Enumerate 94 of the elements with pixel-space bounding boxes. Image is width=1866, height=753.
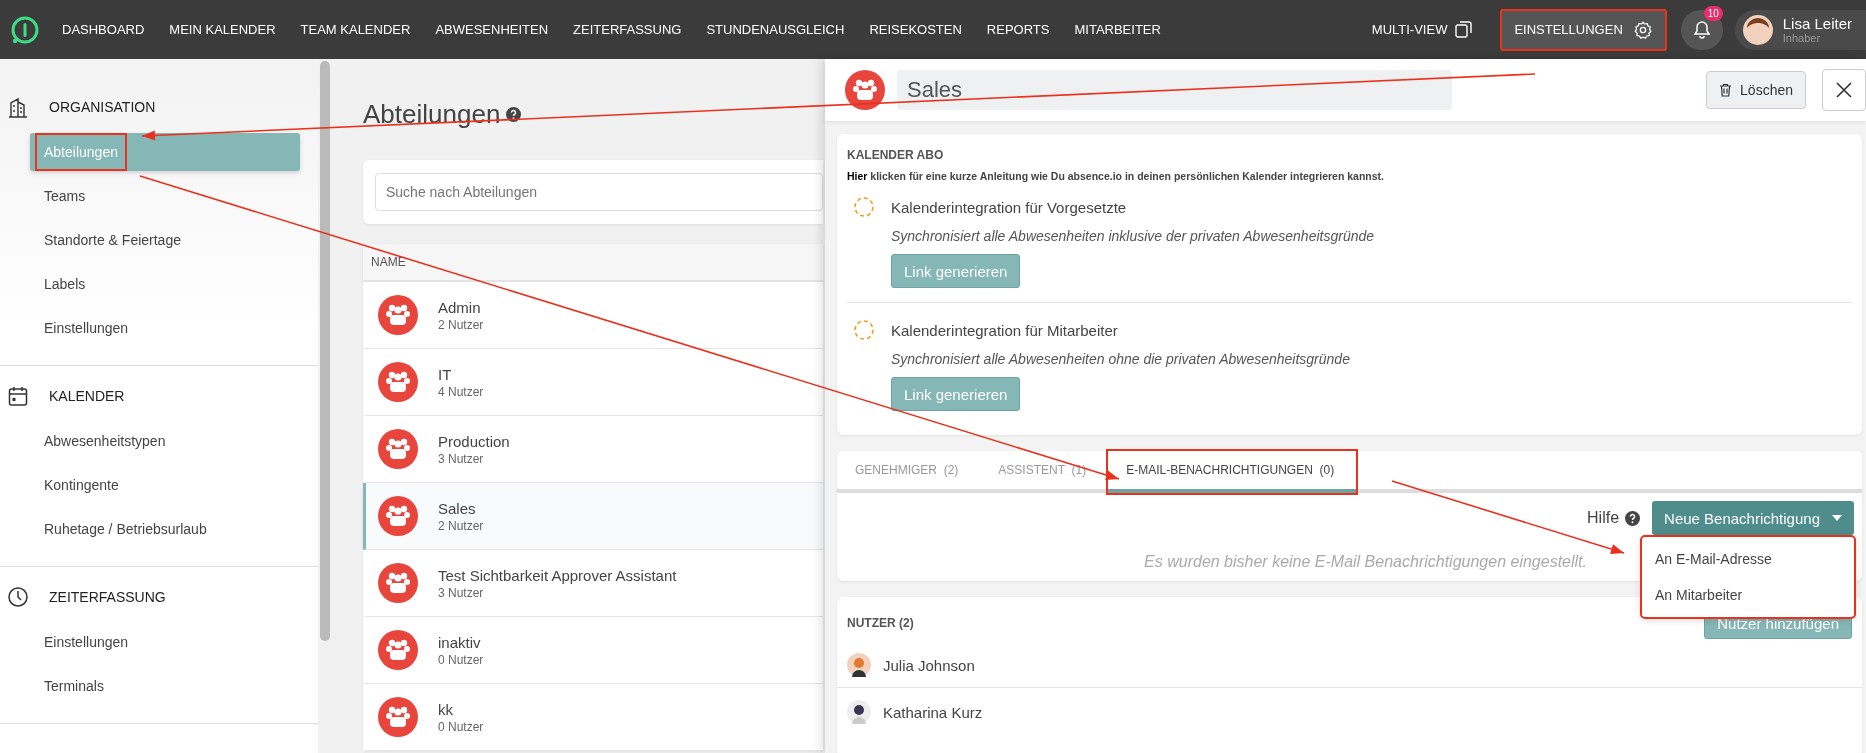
department-name: Sales xyxy=(438,499,477,517)
section-title: KALENDER xyxy=(49,388,125,404)
group-icon xyxy=(378,563,418,603)
trash-icon xyxy=(1719,83,1733,97)
help-icon[interactable] xyxy=(1625,510,1641,526)
status-icon xyxy=(853,196,875,218)
group-icon xyxy=(378,630,418,670)
department-name: Admin xyxy=(438,298,482,316)
sidebar-item[interactable]: Standorte & Feiertage xyxy=(30,221,300,259)
scrollbar[interactable] xyxy=(320,61,330,641)
sidebar-item[interactable]: Einstellungen xyxy=(30,309,300,347)
user-role: Inhaber xyxy=(1782,32,1822,44)
close-button[interactable] xyxy=(1822,69,1866,111)
section-title: ORGANISATION xyxy=(49,99,156,115)
nav-link[interactable]: MITARBEITER xyxy=(1074,22,1161,37)
user-count: 2 Nutzer xyxy=(438,518,484,533)
group-icon xyxy=(378,295,418,335)
logo-icon[interactable] xyxy=(10,14,40,45)
notifications-button[interactable]: 10 xyxy=(1680,9,1723,50)
nav-link[interactable]: REISEKOSTEN xyxy=(869,22,962,37)
settings-icon xyxy=(1632,19,1653,40)
group-icon xyxy=(378,697,418,737)
delete-button[interactable]: Löschen xyxy=(1706,71,1806,109)
group-icon xyxy=(378,362,418,402)
section-title: ZEITERFASSUNG xyxy=(49,589,166,605)
user-count: 0 Nutzer xyxy=(438,719,484,734)
calendar-icon xyxy=(7,385,29,407)
clock-icon xyxy=(7,586,29,608)
integration-description: Synchronisiert alle Abwesenheiten ohne die privaten Abwesenheitsgründe xyxy=(891,351,1351,367)
card-title: NUTZER (2) xyxy=(847,616,914,630)
integration-title: Kalenderintegration für Mitarbeiter xyxy=(891,321,1118,339)
integration-title: Kalenderintegration für Vorgesetzte xyxy=(891,198,1127,216)
department-row[interactable]: Sales 2 Nutzer xyxy=(363,483,823,550)
settings-button[interactable]: EINSTELLUNGEN xyxy=(1500,8,1667,51)
tab[interactable]: E-MAIL-BENACHRICHTIGUNGEN (0) xyxy=(1108,451,1357,493)
group-icon xyxy=(845,70,885,110)
integration-description: Synchronisiert alle Abwesenheiten inklusive der privaten Abwesenheitsgründe xyxy=(891,228,1376,244)
search-field[interactable]: Suche nach Abteilungen xyxy=(375,173,823,211)
nav-link[interactable]: ZEITERFASSUNG xyxy=(573,22,682,37)
caret-icon xyxy=(1832,515,1842,521)
user-menu[interactable]: Lisa Leiter Inhaber xyxy=(1734,9,1866,50)
sidebar-item[interactable]: Kontingente xyxy=(30,466,300,504)
status-icon xyxy=(853,319,875,341)
empty-message: Es wurden bisher keine E-Mail Benachrichtigungen eingestellt. xyxy=(1143,553,1587,571)
department-name: IT xyxy=(438,365,453,383)
nav-link[interactable]: TEAM KALENDER xyxy=(300,22,411,37)
avatar-icon xyxy=(847,653,871,677)
card-title: KALENDER ABO xyxy=(847,148,945,162)
notification-badge: 10 xyxy=(1703,5,1723,21)
department-row[interactable]: Admin 2 Nutzer xyxy=(363,282,823,349)
new-notification-button[interactable]: Neue Benachrichtigung xyxy=(1652,501,1854,535)
nav-link[interactable]: DASHBOARD xyxy=(62,22,145,37)
column-header: NAME xyxy=(363,244,823,282)
name-field[interactable]: Sales xyxy=(897,70,1452,110)
help-icon[interactable] xyxy=(506,107,522,122)
sidebar-item[interactable]: Ruhetage / Betriebsurlaub xyxy=(30,510,300,548)
help-link[interactable]: Hilfe xyxy=(1587,509,1620,527)
sidebar-item[interactable]: Labels xyxy=(30,265,300,303)
department-row[interactable]: kk 0 Nutzer xyxy=(363,684,823,751)
close-icon xyxy=(1835,81,1853,99)
user-count: 4 Nutzer xyxy=(438,384,484,399)
group-icon xyxy=(378,429,418,469)
user-name: Julia Johnson xyxy=(883,656,975,674)
department-row[interactable]: inaktiv 0 Nutzer xyxy=(363,617,823,684)
copy-icon xyxy=(1455,21,1473,38)
sidebar-item[interactable]: Einstellungen xyxy=(30,623,300,661)
user-count: 3 Nutzer xyxy=(438,585,485,600)
bell-icon xyxy=(1691,19,1712,40)
hint-text[interactable]: Hier klicken für eine kurze Anleitung wie Du absence.io in deinen persönlichen Kalender integrieren kannst. xyxy=(847,170,1852,182)
nav-link[interactable]: STUNDENAUSGLEICH xyxy=(706,22,845,37)
building-icon xyxy=(7,96,29,118)
user-name: Katharina Kurz xyxy=(883,703,983,721)
user-name: Lisa Leiter xyxy=(1782,15,1852,32)
department-row[interactable]: Test Sichtbarkeit Approver Assistant 3 Nutzer xyxy=(363,550,823,617)
user-count: 3 Nutzer xyxy=(438,451,485,466)
department-name: Production xyxy=(438,432,510,450)
department-name: kk xyxy=(438,700,454,718)
nav-link[interactable]: ABWESENHEITEN xyxy=(435,22,549,37)
group-icon xyxy=(378,496,418,536)
sidebar-item[interactable]: Teams xyxy=(30,177,300,215)
avatar-icon xyxy=(847,700,871,724)
department-name: Test Sichtbarkeit Approver Assistant xyxy=(438,566,677,584)
department-name: inaktiv xyxy=(438,633,482,651)
nav-link[interactable]: REPORTS xyxy=(986,22,1050,37)
multi-view-link[interactable]: MULTI-VIEW xyxy=(1371,21,1473,38)
user-count: 2 Nutzer xyxy=(438,317,484,332)
menu-item[interactable]: An E-Mail-Adresse xyxy=(1642,541,1854,577)
user-count: 0 Nutzer xyxy=(438,652,484,667)
sidebar-item[interactable]: Terminals xyxy=(30,667,300,705)
nav-link[interactable]: MEIN KALENDER xyxy=(169,22,276,37)
avatar-icon xyxy=(1742,14,1773,45)
page-title: Abteilungen xyxy=(363,99,501,130)
sidebar-item[interactable]: Abwesenheitstypen xyxy=(30,422,300,460)
department-row[interactable]: IT 4 Nutzer xyxy=(363,349,823,416)
